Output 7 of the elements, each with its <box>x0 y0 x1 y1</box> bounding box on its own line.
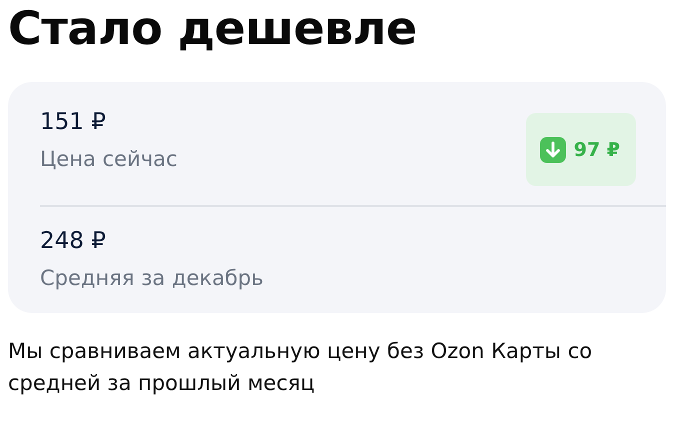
page-title: Стало дешевле <box>8 0 418 54</box>
price-value: 248 ₽ <box>40 227 107 255</box>
price-value: 151 ₽ <box>40 108 107 136</box>
price-label: Цена сейчас <box>40 146 178 172</box>
price-drop-amount: 97 ₽ <box>574 138 620 160</box>
price-label: Средняя за декабрь <box>40 265 264 291</box>
info-text: Мы сравниваем актуальную цену без Ozon Карты со средней за прошлый месяц <box>8 338 594 397</box>
